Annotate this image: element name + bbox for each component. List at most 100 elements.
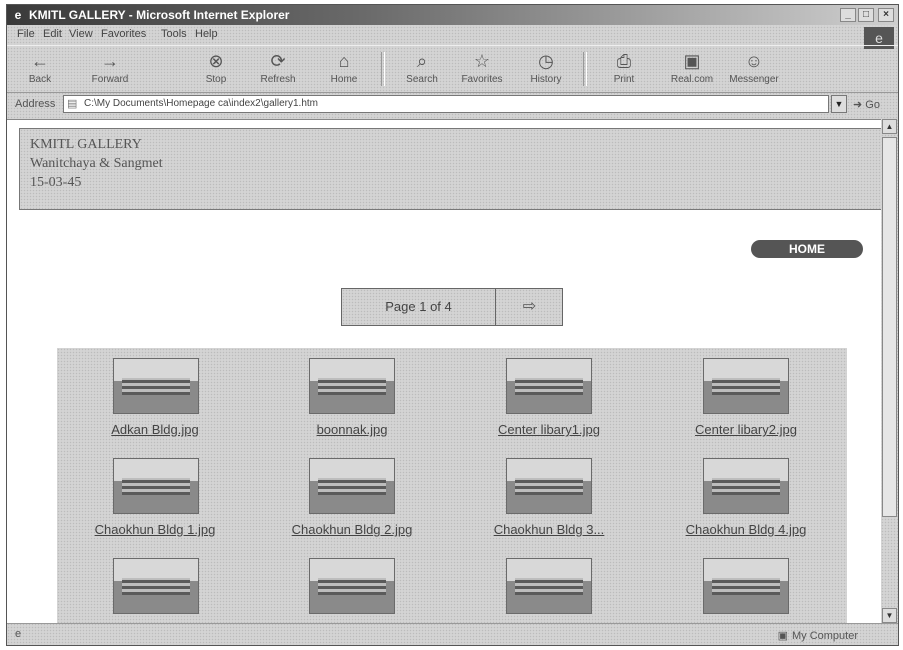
messenger-button[interactable]: ☺ Messenger bbox=[729, 48, 779, 90]
thumbnail-caption[interactable]: Chaokhun Bldg 3... bbox=[451, 522, 647, 537]
go-button[interactable]: ➜ Go bbox=[853, 98, 880, 111]
maximize-button[interactable]: □ bbox=[858, 8, 874, 22]
gallery-item[interactable] bbox=[57, 548, 253, 624]
page-icon: ▤ bbox=[67, 98, 78, 110]
close-button[interactable]: × bbox=[878, 8, 894, 22]
gallery-item[interactable] bbox=[451, 548, 647, 624]
scroll-down-arrow-icon[interactable]: ▼ bbox=[882, 608, 897, 623]
forward-arrow-icon: → bbox=[101, 51, 119, 71]
thumbnail-caption[interactable]: Chaokhun Bldg 4.jpg bbox=[648, 522, 844, 537]
thumbnail-image[interactable] bbox=[113, 358, 199, 414]
menu-edit[interactable]: Edit bbox=[43, 28, 62, 40]
menu-tools[interactable]: Tools bbox=[161, 28, 187, 40]
history-label: History bbox=[530, 74, 562, 85]
vertical-scrollbar[interactable]: ▲ ▼ bbox=[881, 119, 898, 623]
refresh-button[interactable]: ⟳ Refresh bbox=[253, 48, 303, 90]
favorites-button[interactable]: ☆ Favorites bbox=[457, 48, 507, 90]
next-page-button[interactable]: ⇨ bbox=[497, 289, 562, 325]
thumbnail-image[interactable] bbox=[309, 358, 395, 414]
gallery-item[interactable]: Chaokhun Bldg 4.jpg bbox=[648, 448, 844, 558]
search-button[interactable]: ⌕ Search bbox=[397, 48, 447, 90]
toolbar-separator bbox=[381, 52, 385, 86]
menu-bar: File Edit View Favorites Tools Help bbox=[7, 25, 898, 45]
home-link-button[interactable]: HOME bbox=[751, 240, 863, 258]
thumbnail-caption[interactable]: Center libary1.jpg bbox=[451, 422, 647, 437]
gallery-item[interactable]: Chaokhun Bldg 2.jpg bbox=[254, 448, 450, 558]
menu-favorites[interactable]: Favorites bbox=[101, 28, 146, 40]
page-viewport[interactable]: KMITL GALLERY Wanitchaya & Sangmet 15-03… bbox=[7, 119, 881, 624]
real-label: Real.com bbox=[670, 74, 714, 85]
thumbnail-caption[interactable]: Center libary2.jpg bbox=[648, 422, 844, 437]
thumbnail-caption[interactable]: Chaokhun Bldg 2.jpg bbox=[254, 522, 450, 537]
title-bar[interactable]: e KMITL GALLERY - Microsoft Internet Exp… bbox=[7, 5, 898, 25]
stop-label: Stop bbox=[205, 74, 227, 85]
real-button[interactable]: ▣ Real.com bbox=[667, 48, 717, 90]
gallery-item[interactable]: Chaokhun Bldg 1.jpg bbox=[57, 448, 253, 558]
forward-button[interactable]: → Forward bbox=[85, 48, 135, 90]
search-label: Search bbox=[406, 74, 438, 85]
print-icon: ⎙ bbox=[616, 51, 632, 71]
page-title: KMITL GALLERY bbox=[30, 137, 142, 152]
page-date: 15-03-45 bbox=[30, 175, 82, 190]
thumbnail-image[interactable] bbox=[113, 458, 199, 514]
gallery-item[interactable] bbox=[254, 548, 450, 624]
thumbnail-caption[interactable]: boonnak.jpg bbox=[254, 422, 450, 437]
refresh-label: Refresh bbox=[260, 74, 296, 85]
stop-button[interactable]: ⊗ Stop bbox=[191, 48, 241, 90]
page-indicator: Page 1 of 4 bbox=[342, 289, 496, 325]
gallery-item[interactable]: Chaokhun Bldg 3... bbox=[451, 448, 647, 558]
back-button[interactable]: ← Back bbox=[15, 48, 65, 90]
print-button[interactable]: ⎙ Print bbox=[599, 48, 649, 90]
thumbnail-image[interactable] bbox=[113, 558, 199, 614]
security-zone: ▣ My Computer bbox=[778, 629, 858, 642]
back-arrow-icon: ← bbox=[31, 51, 49, 71]
address-dropdown-button[interactable]: ▼ bbox=[831, 95, 847, 113]
messenger-label: Messenger bbox=[729, 74, 779, 85]
history-icon: ◷ bbox=[538, 51, 554, 71]
go-label: Go bbox=[865, 99, 880, 111]
status-bar: e ▣ My Computer bbox=[7, 623, 898, 648]
stop-icon: ⊗ bbox=[208, 51, 224, 71]
address-url: C:\My Documents\Homepage ca\index2\galle… bbox=[84, 98, 318, 109]
thumbnail-image[interactable] bbox=[703, 358, 789, 414]
search-icon: ⌕ bbox=[416, 51, 428, 71]
thumbnail-image[interactable] bbox=[703, 558, 789, 614]
menu-view[interactable]: View bbox=[69, 28, 93, 40]
menu-file[interactable]: File bbox=[17, 28, 35, 40]
home-icon: ⌂ bbox=[338, 51, 350, 71]
messenger-icon: ☺ bbox=[744, 51, 764, 71]
toolbar-separator bbox=[583, 52, 587, 86]
pager: Page 1 of 4 ⇨ bbox=[341, 288, 563, 326]
window-title: KMITL GALLERY - Microsoft Internet Explo… bbox=[29, 8, 290, 22]
minimize-button[interactable]: _ bbox=[840, 8, 856, 22]
zone-label: My Computer bbox=[791, 630, 858, 642]
scroll-up-arrow-icon[interactable]: ▲ bbox=[882, 119, 897, 134]
gallery-item[interactable]: Adkan Bldg.jpg bbox=[57, 348, 253, 458]
page-header-box: KMITL GALLERY Wanitchaya & Sangmet 15-03… bbox=[19, 128, 881, 210]
thumbnail-image[interactable] bbox=[506, 358, 592, 414]
thumbnail-image[interactable] bbox=[309, 458, 395, 514]
toolbar: ← Back → Forward ⊗ Stop ⟳ Refresh ⌂ Home… bbox=[7, 45, 898, 93]
ie-logo-icon: e bbox=[14, 8, 22, 22]
gallery-item[interactable]: Center libary1.jpg bbox=[451, 348, 647, 458]
refresh-icon: ⟳ bbox=[270, 51, 286, 71]
page-author: Wanitchaya & Sangmet bbox=[30, 156, 163, 171]
home-label: Home bbox=[330, 74, 358, 85]
menu-help[interactable]: Help bbox=[195, 28, 218, 40]
gallery-item[interactable] bbox=[648, 548, 844, 624]
gallery-item[interactable]: boonnak.jpg bbox=[254, 348, 450, 458]
thumbnail-image[interactable] bbox=[506, 458, 592, 514]
home-toolbar-button[interactable]: ⌂ Home bbox=[319, 48, 369, 90]
favorites-label: Favorites bbox=[461, 74, 503, 85]
thumbnail-caption[interactable]: Chaokhun Bldg 1.jpg bbox=[57, 522, 253, 537]
print-label: Print bbox=[613, 74, 635, 85]
thumbnail-image[interactable] bbox=[506, 558, 592, 614]
thumbnail-image[interactable] bbox=[703, 458, 789, 514]
gallery-item[interactable]: Center libary2.jpg bbox=[648, 348, 844, 458]
scroll-thumb[interactable] bbox=[882, 137, 897, 517]
history-button[interactable]: ◷ History bbox=[521, 48, 571, 90]
thumbnail-caption[interactable]: Adkan Bldg.jpg bbox=[57, 422, 253, 437]
address-bar: Address ▤ C:\My Documents\Homepage ca\in… bbox=[7, 93, 898, 117]
address-input[interactable]: ▤ C:\My Documents\Homepage ca\index2\gal… bbox=[63, 95, 829, 113]
thumbnail-image[interactable] bbox=[309, 558, 395, 614]
